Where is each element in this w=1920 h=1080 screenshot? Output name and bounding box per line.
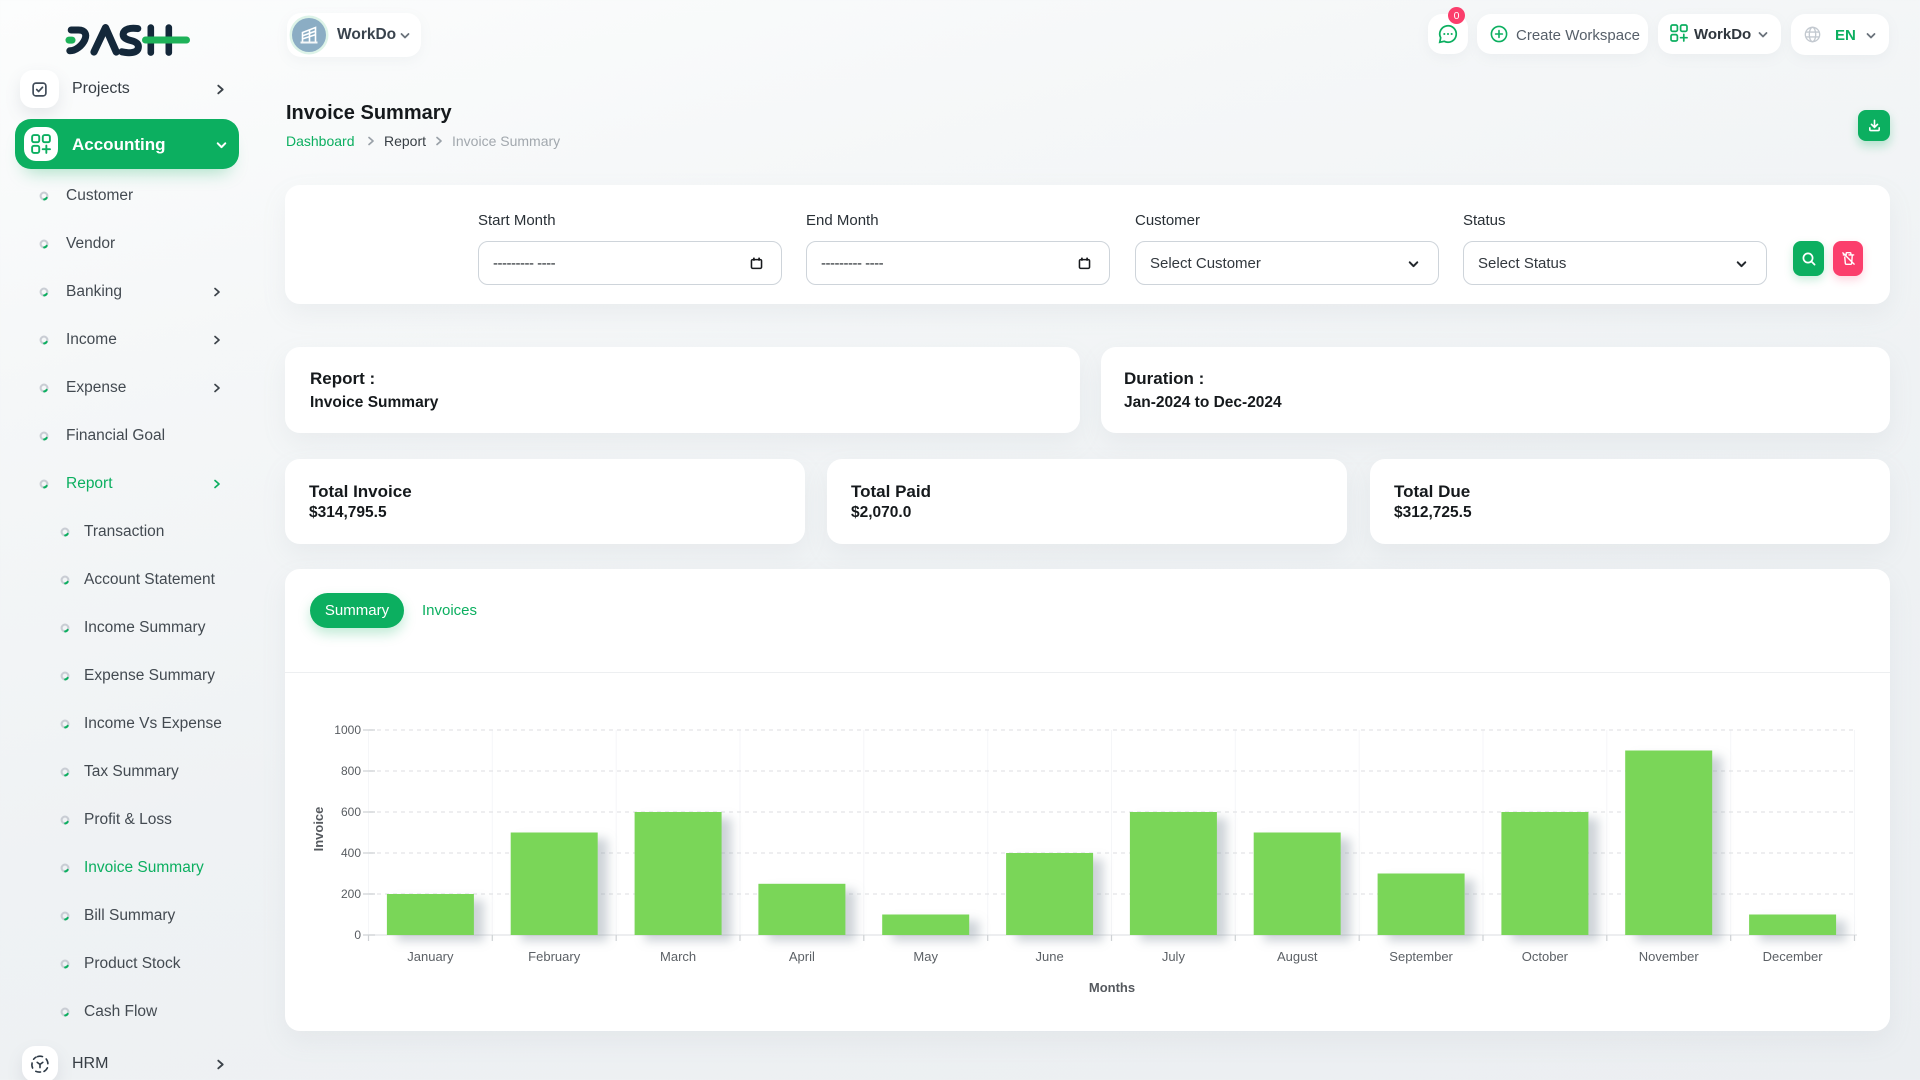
svg-text:January: January bbox=[407, 949, 454, 964]
svg-text:800: 800 bbox=[341, 764, 361, 778]
svg-text:May: May bbox=[913, 949, 938, 964]
svg-text:August: August bbox=[1277, 949, 1318, 964]
svg-text:April: April bbox=[789, 949, 815, 964]
svg-text:February: February bbox=[528, 949, 581, 964]
svg-text:Invoice: Invoice bbox=[311, 807, 326, 852]
svg-text:October: October bbox=[1522, 949, 1569, 964]
svg-text:0: 0 bbox=[354, 928, 361, 942]
svg-text:November: November bbox=[1639, 949, 1700, 964]
svg-text:July: July bbox=[1162, 949, 1186, 964]
svg-text:December: December bbox=[1763, 949, 1824, 964]
svg-text:1000: 1000 bbox=[334, 723, 361, 737]
svg-text:600: 600 bbox=[341, 805, 361, 819]
svg-text:400: 400 bbox=[341, 846, 361, 860]
svg-text:September: September bbox=[1389, 949, 1453, 964]
svg-text:March: March bbox=[660, 949, 696, 964]
svg-text:Months: Months bbox=[1089, 980, 1135, 995]
svg-text:June: June bbox=[1035, 949, 1063, 964]
svg-text:200: 200 bbox=[341, 887, 361, 901]
